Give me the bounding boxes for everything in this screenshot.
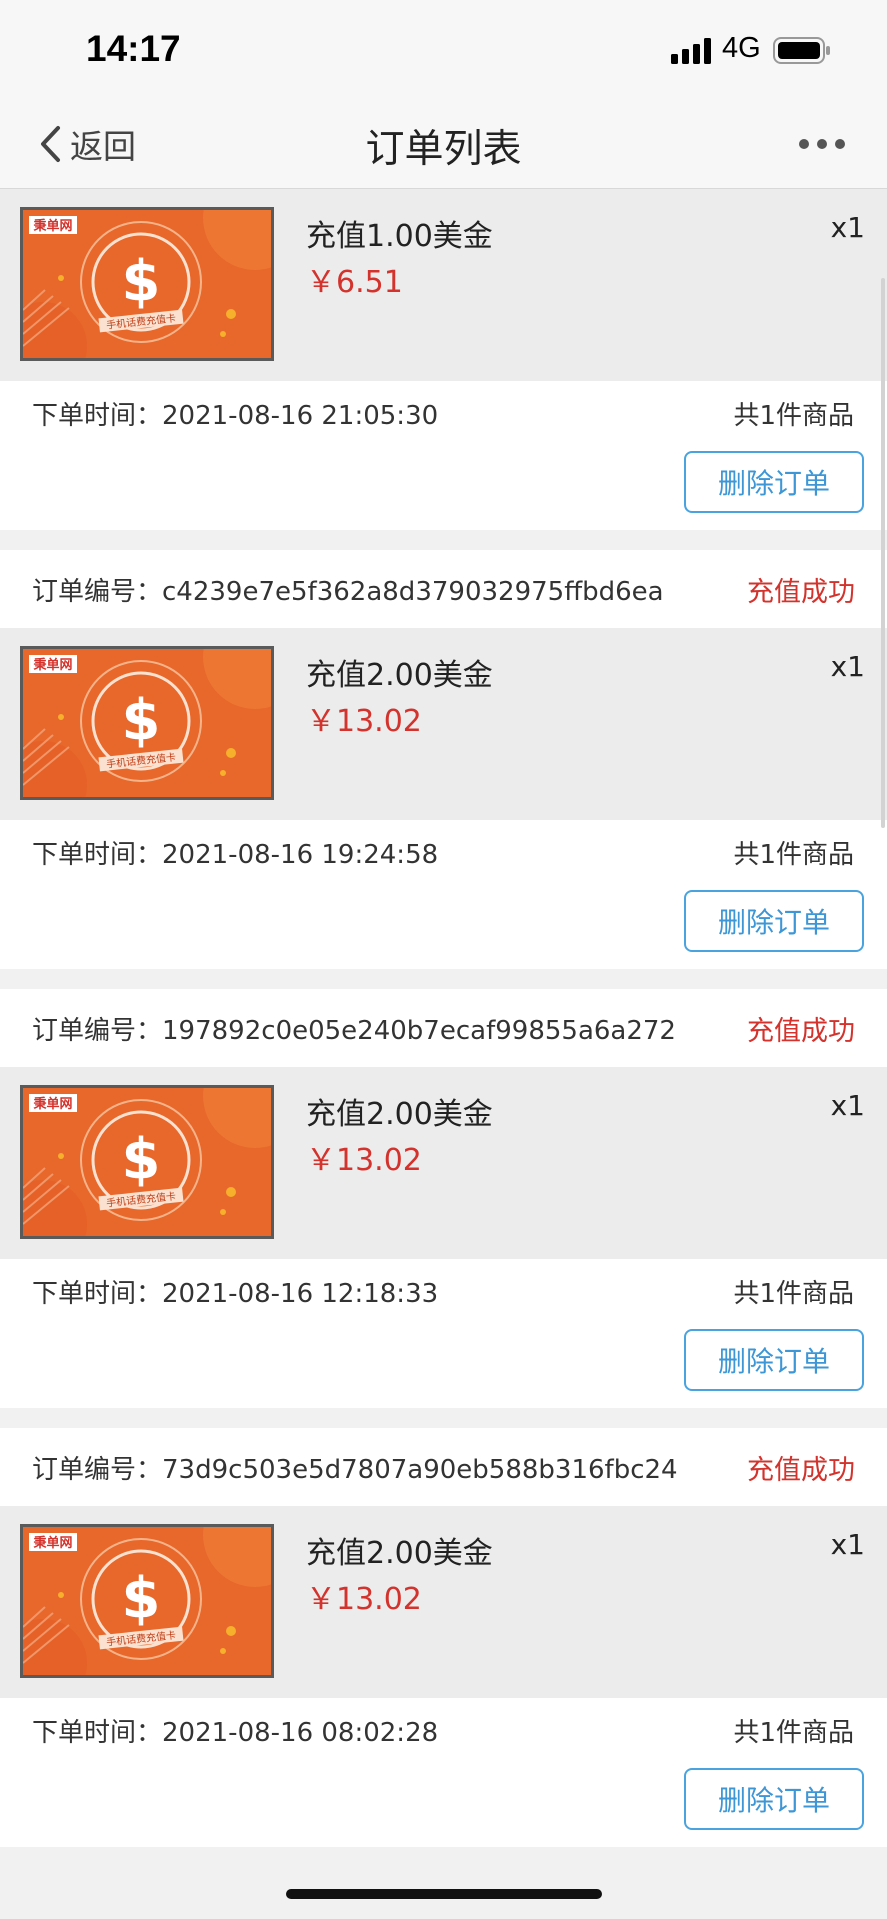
product-price: ￥13.02 xyxy=(306,704,422,739)
item-count: 共1件商品 xyxy=(733,1279,854,1309)
order-item: 订单编号：c4239e7e5f362a8d379032975ffbd6ea 充值成… xyxy=(0,550,887,969)
svg-text:$: $ xyxy=(122,1127,161,1192)
svg-text:$: $ xyxy=(122,688,161,753)
order-item: $ 手机话费充值卡 秉单网 充值1.00美金 ￥6.51 x1 下单时间：2021-0… xyxy=(0,189,887,530)
home-indicator[interactable] xyxy=(286,1889,602,1899)
order-time: 下单时间：2021-08-16 12:18:33 xyxy=(32,1273,438,1310)
recharge-card-image: $ 手机话费充值卡 秉单网 xyxy=(23,210,271,358)
item-count: 共1件商品 xyxy=(733,401,854,431)
order-time-label: 下单时间： xyxy=(32,1718,163,1748)
product-quantity: x1 xyxy=(830,650,865,683)
scrollbar[interactable] xyxy=(881,278,885,828)
product-price: ￥6.51 xyxy=(306,265,403,300)
order-number-row: 订单编号：197892c0e05e240b7ecaf99855a6a272 充值成… xyxy=(0,989,887,1067)
product-quantity: x1 xyxy=(830,1089,865,1122)
status-time: 14:17 xyxy=(86,28,181,69)
order-time-value: 2021-08-16 19:24:58 xyxy=(162,840,439,870)
order-status: 充值成功 xyxy=(747,1454,855,1486)
product-price: ￥13.02 xyxy=(306,1143,422,1178)
order-number-row: 订单编号：c4239e7e5f362a8d379032975ffbd6ea 充值成… xyxy=(0,550,887,628)
order-item: 订单编号：197892c0e05e240b7ecaf99855a6a272 充值成… xyxy=(0,989,887,1408)
product-quantity: x1 xyxy=(830,1528,865,1561)
item-count: 共1件商品 xyxy=(733,1718,854,1748)
product-row[interactable]: $ 手机话费充值卡 秉单网 充值2.00美金 ￥13.02 x1 xyxy=(0,1506,887,1698)
delete-order-button[interactable]: 删除订单 xyxy=(684,1768,864,1830)
product-image[interactable]: $ 手机话费充值卡 秉单网 xyxy=(20,646,274,800)
order-time: 下单时间：2021-08-16 19:24:58 xyxy=(32,834,438,871)
order-number-value: 197892c0e05e240b7ecaf99855a6a272 xyxy=(162,1015,676,1046)
product-name: 充值2.00美金 xyxy=(306,658,493,693)
delete-order-button[interactable]: 删除订单 xyxy=(684,451,864,513)
navigation-bar: 返回 订单列表 xyxy=(0,100,887,189)
order-time-value: 2021-08-16 21:05:30 xyxy=(162,401,439,431)
order-number: 订单编号：73d9c503e5d7807a90eb588b316fbc24 xyxy=(32,1449,678,1486)
product-row[interactable]: $ 手机话费充值卡 秉单网 充值2.00美金 ￥13.02 x1 xyxy=(0,1067,887,1259)
order-footer: 下单时间：2021-08-16 08:02:28 共1件商品删除订单 xyxy=(0,1698,887,1847)
product-name: 充值1.00美金 xyxy=(306,219,493,254)
product-image[interactable]: $ 手机话费充值卡 秉单网 xyxy=(20,207,274,361)
battery-icon xyxy=(773,37,830,64)
order-number-value: 73d9c503e5d7807a90eb588b316fbc24 xyxy=(162,1454,678,1485)
recharge-card-image: $ 手机话费充值卡 秉单网 xyxy=(23,1088,271,1236)
recharge-card-image: $ 手机话费充值卡 秉单网 xyxy=(23,1527,271,1675)
product-image[interactable]: $ 手机话费充值卡 秉单网 xyxy=(20,1085,274,1239)
order-footer: 下单时间：2021-08-16 21:05:30 共1件商品删除订单 xyxy=(0,381,887,530)
order-number-label: 订单编号： xyxy=(32,576,163,607)
order-number: 订单编号：c4239e7e5f362a8d379032975ffbd6ea xyxy=(32,571,664,608)
order-time-value: 2021-08-16 08:02:28 xyxy=(162,1718,439,1748)
order-number-label: 订单编号： xyxy=(32,1015,163,1046)
svg-text:秉单网: 秉单网 xyxy=(33,657,72,673)
order-time-value: 2021-08-16 12:18:33 xyxy=(162,1279,439,1309)
product-row[interactable]: $ 手机话费充值卡 秉单网 充值2.00美金 ￥13.02 x1 xyxy=(0,628,887,820)
product-row[interactable]: $ 手机话费充值卡 秉单网 充值1.00美金 ￥6.51 x1 xyxy=(0,189,887,381)
order-time-label: 下单时间： xyxy=(32,840,163,870)
order-number-label: 订单编号： xyxy=(32,1454,163,1485)
order-number-value: c4239e7e5f362a8d379032975ffbd6ea xyxy=(162,576,664,607)
product-name: 充值2.00美金 xyxy=(306,1097,493,1132)
order-time-label: 下单时间： xyxy=(32,1279,163,1309)
page-title: 订单列表 xyxy=(365,127,522,172)
order-time: 下单时间：2021-08-16 08:02:28 xyxy=(32,1712,438,1749)
product-name: 充值2.00美金 xyxy=(306,1536,493,1571)
svg-text:秉单网: 秉单网 xyxy=(33,1535,72,1551)
product-quantity: x1 xyxy=(830,211,865,244)
svg-text:秉单网: 秉单网 xyxy=(33,1096,72,1112)
more-options-icon[interactable] xyxy=(798,134,846,154)
svg-text:$: $ xyxy=(122,249,161,314)
order-status: 充值成功 xyxy=(747,576,855,608)
product-image[interactable]: $ 手机话费充值卡 秉单网 xyxy=(20,1524,274,1678)
network-type: 4G xyxy=(722,32,761,64)
order-footer: 下单时间：2021-08-16 19:24:58 共1件商品删除订单 xyxy=(0,820,887,969)
product-price: ￥13.02 xyxy=(306,1582,422,1617)
order-item: 订单编号：73d9c503e5d7807a90eb588b316fbc24 充值成… xyxy=(0,1428,887,1847)
signal-icon xyxy=(671,38,711,64)
svg-text:秉单网: 秉单网 xyxy=(33,218,72,234)
delete-order-button[interactable]: 删除订单 xyxy=(684,890,864,952)
order-footer: 下单时间：2021-08-16 12:18:33 共1件商品删除订单 xyxy=(0,1259,887,1408)
order-list: $ 手机话费充值卡 秉单网 充值1.00美金 ￥6.51 x1 下单时间：2021-0… xyxy=(0,189,887,1847)
order-time-label: 下单时间： xyxy=(32,401,163,431)
item-count: 共1件商品 xyxy=(733,840,854,870)
recharge-card-image: $ 手机话费充值卡 秉单网 xyxy=(23,649,271,797)
order-number-row: 订单编号：73d9c503e5d7807a90eb588b316fbc24 充值成… xyxy=(0,1428,887,1506)
order-time: 下单时间：2021-08-16 21:05:30 xyxy=(32,395,438,432)
svg-text:$: $ xyxy=(122,1566,161,1631)
delete-order-button[interactable]: 删除订单 xyxy=(684,1329,864,1391)
order-status: 充值成功 xyxy=(747,1015,855,1047)
status-bar: 14:17 4G xyxy=(0,0,887,100)
order-number: 订单编号：197892c0e05e240b7ecaf99855a6a272 xyxy=(32,1010,676,1047)
